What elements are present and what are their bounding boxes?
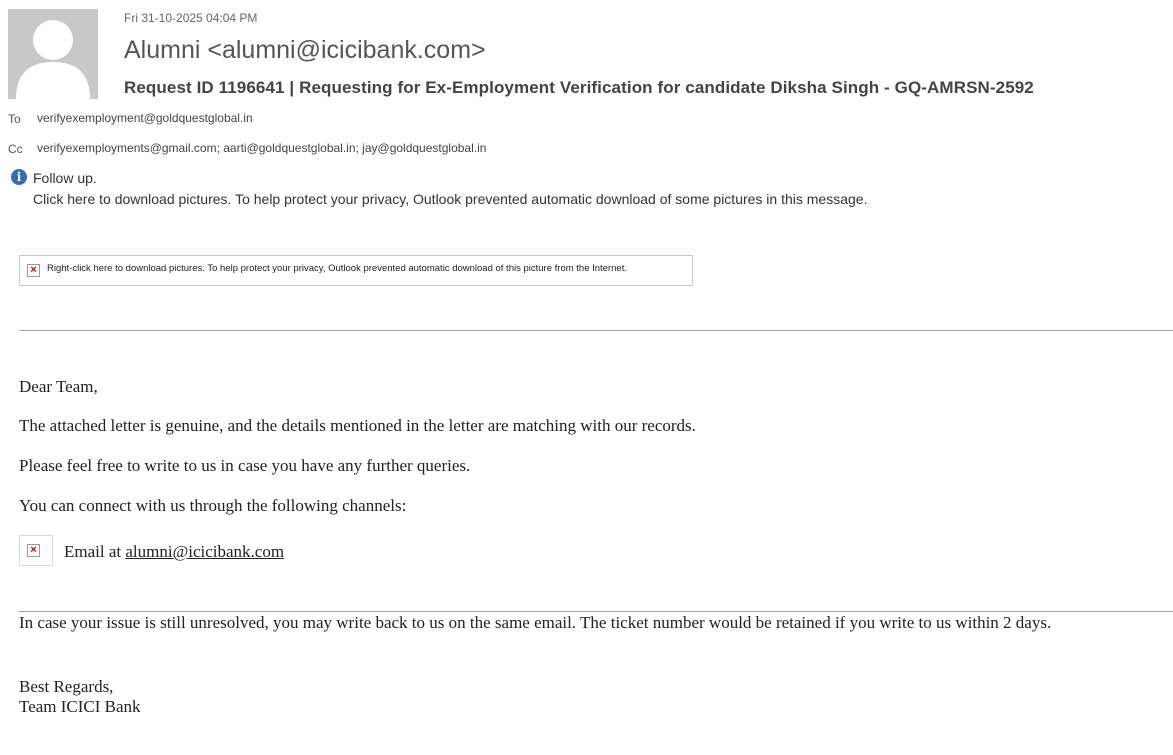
broken-image-icon: × xyxy=(27,544,40,557)
unresolved-note: In case your issue is still unresolved, … xyxy=(19,613,1052,632)
cc-recipients[interactable]: verifyexemployments@gmail.com; aarti@gol… xyxy=(37,141,486,155)
message-subject: Request ID 1196641 | Requesting for Ex-E… xyxy=(124,78,1034,97)
sender-name[interactable]: Alumni <alumni@icicibank.com> xyxy=(124,36,486,65)
follow-up-flag: Follow up. xyxy=(33,170,97,186)
broken-image-icon: × xyxy=(27,264,40,277)
sender-avatar xyxy=(8,9,98,99)
divider xyxy=(19,611,1173,612)
body-paragraph: You can connect with us through the foll… xyxy=(19,496,407,515)
to-recipients[interactable]: verifyexemployment@goldquestglobal.in xyxy=(37,111,253,125)
email-channel-label: Email at xyxy=(64,542,126,561)
greeting: Dear Team, xyxy=(19,377,98,396)
channel-image-placeholder[interactable]: × xyxy=(19,535,53,566)
message-date: Fri 31-10-2025 04:04 PM xyxy=(124,11,258,25)
body-paragraph: Please feel free to write to us in case … xyxy=(19,456,471,475)
signature: Team ICICI Bank xyxy=(19,697,141,716)
body-paragraph: The attached letter is genuine, and the … xyxy=(19,416,696,435)
divider xyxy=(19,330,1173,331)
closing: Best Regards, xyxy=(19,677,114,696)
download-pictures-bar[interactable]: Click here to download pictures. To help… xyxy=(33,191,867,207)
person-silhouette-icon xyxy=(16,20,90,99)
blocked-image-placeholder[interactable]: × Right-click here to download pictures.… xyxy=(19,255,693,286)
cc-label: Cc xyxy=(8,142,23,156)
email-link[interactable]: alumni@icicibank.com xyxy=(125,542,284,561)
info-icon: i xyxy=(11,169,27,185)
email-channel: Email at alumni@icicibank.com xyxy=(64,542,284,562)
to-label: To xyxy=(8,112,21,126)
blocked-image-text: Right-click here to download pictures. T… xyxy=(47,263,627,274)
